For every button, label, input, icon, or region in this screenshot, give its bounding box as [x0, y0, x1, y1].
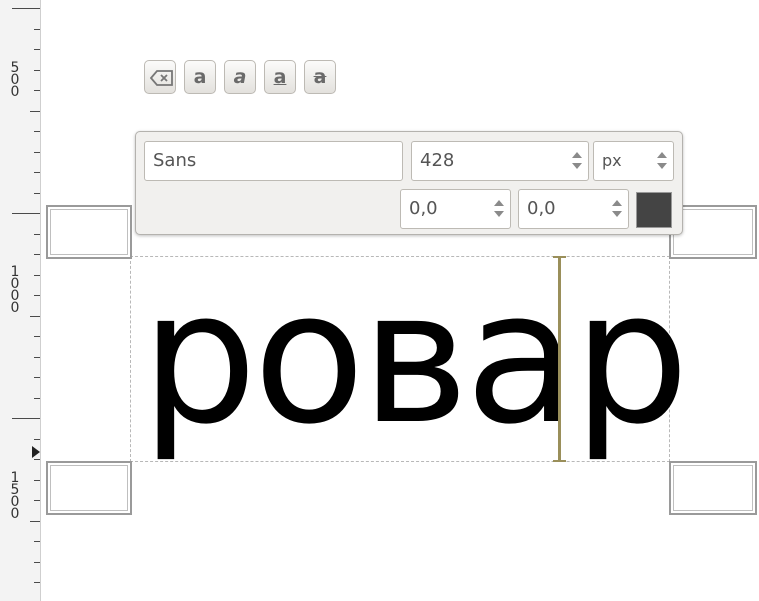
unit-select[interactable]: px: [593, 141, 674, 181]
ruler-tick: [34, 397, 40, 399]
ruler-tick: [30, 520, 40, 522]
ruler-tick: [34, 438, 40, 440]
bold-icon: a: [193, 66, 207, 88]
italic-button[interactable]: a: [224, 60, 256, 94]
text-layer-content[interactable]: ровар: [141, 267, 689, 467]
font-size-spinner[interactable]: [570, 146, 584, 174]
ruler-tick: [34, 28, 40, 30]
baseline-offset-value: 0,0: [409, 198, 438, 219]
ruler-tick: [34, 151, 40, 153]
text-cursor-top-cap: [553, 256, 566, 258]
ruler-tick: [34, 49, 40, 50]
italic-icon: a: [233, 66, 247, 88]
ruler-tick: [12, 213, 40, 214]
ruler-tick: [34, 233, 40, 235]
bold-button[interactable]: a: [184, 60, 216, 94]
font-family-input[interactable]: Sans: [144, 141, 403, 181]
font-size-value: 428: [420, 150, 455, 171]
font-size-input[interactable]: 428: [411, 141, 589, 181]
strikethrough-icon: a: [313, 66, 327, 88]
handle-bottom-left[interactable]: [46, 461, 132, 515]
underline-icon: a: [273, 66, 287, 88]
ruler-tick: [12, 8, 40, 9]
text-cursor-bottom-cap: [553, 460, 566, 462]
ruler-tick: [34, 336, 40, 337]
unit-value: px: [602, 151, 622, 170]
ruler-label-1000: 1 0 0 0: [10, 264, 20, 316]
ruler-tick: [34, 69, 40, 71]
strikethrough-button[interactable]: a: [304, 60, 336, 94]
ruler-tick: [34, 131, 40, 132]
ruler-tick: [30, 315, 40, 317]
ruler-tick: [34, 192, 40, 194]
vertical-ruler[interactable]: 5 0 0 1 0 0 0 1 5 0 0: [0, 0, 41, 601]
ruler-tick: [34, 377, 40, 378]
ruler-label-500: 5 0 0: [10, 60, 20, 100]
ruler-tick: [34, 356, 40, 358]
baseline-spinner[interactable]: [492, 194, 506, 222]
unit-spinner[interactable]: [655, 146, 669, 174]
kerning-spinner[interactable]: [610, 194, 624, 222]
handle-top-left[interactable]: [46, 205, 132, 259]
ruler-position-marker: [32, 446, 40, 458]
ruler-tick: [12, 418, 40, 419]
ruler-tick: [34, 172, 40, 173]
ruler-tick: [34, 541, 40, 542]
text-cursor: [558, 256, 561, 462]
ruler-tick: [34, 561, 40, 563]
ruler-tick: [34, 274, 40, 276]
ruler-tick: [30, 110, 40, 112]
ruler-tick: [34, 90, 40, 91]
clear-style-button[interactable]: [144, 60, 176, 94]
ruler-label-1500: 1 5 0 0: [10, 470, 20, 522]
kerning-offset-input[interactable]: 0,0: [518, 189, 629, 229]
clear-style-icon: [150, 70, 173, 86]
ruler-tick: [34, 295, 40, 296]
kerning-offset-value: 0,0: [527, 198, 556, 219]
ruler-tick: [34, 254, 40, 255]
text-color-swatch[interactable]: [636, 192, 672, 228]
ruler-tick: [34, 500, 40, 501]
handle-bottom-right[interactable]: [669, 461, 757, 515]
underline-button[interactable]: a: [264, 60, 296, 94]
ruler-tick: [34, 459, 40, 460]
ruler-tick: [34, 479, 40, 481]
baseline-offset-input[interactable]: 0,0: [400, 189, 511, 229]
ruler-tick: [34, 582, 40, 583]
